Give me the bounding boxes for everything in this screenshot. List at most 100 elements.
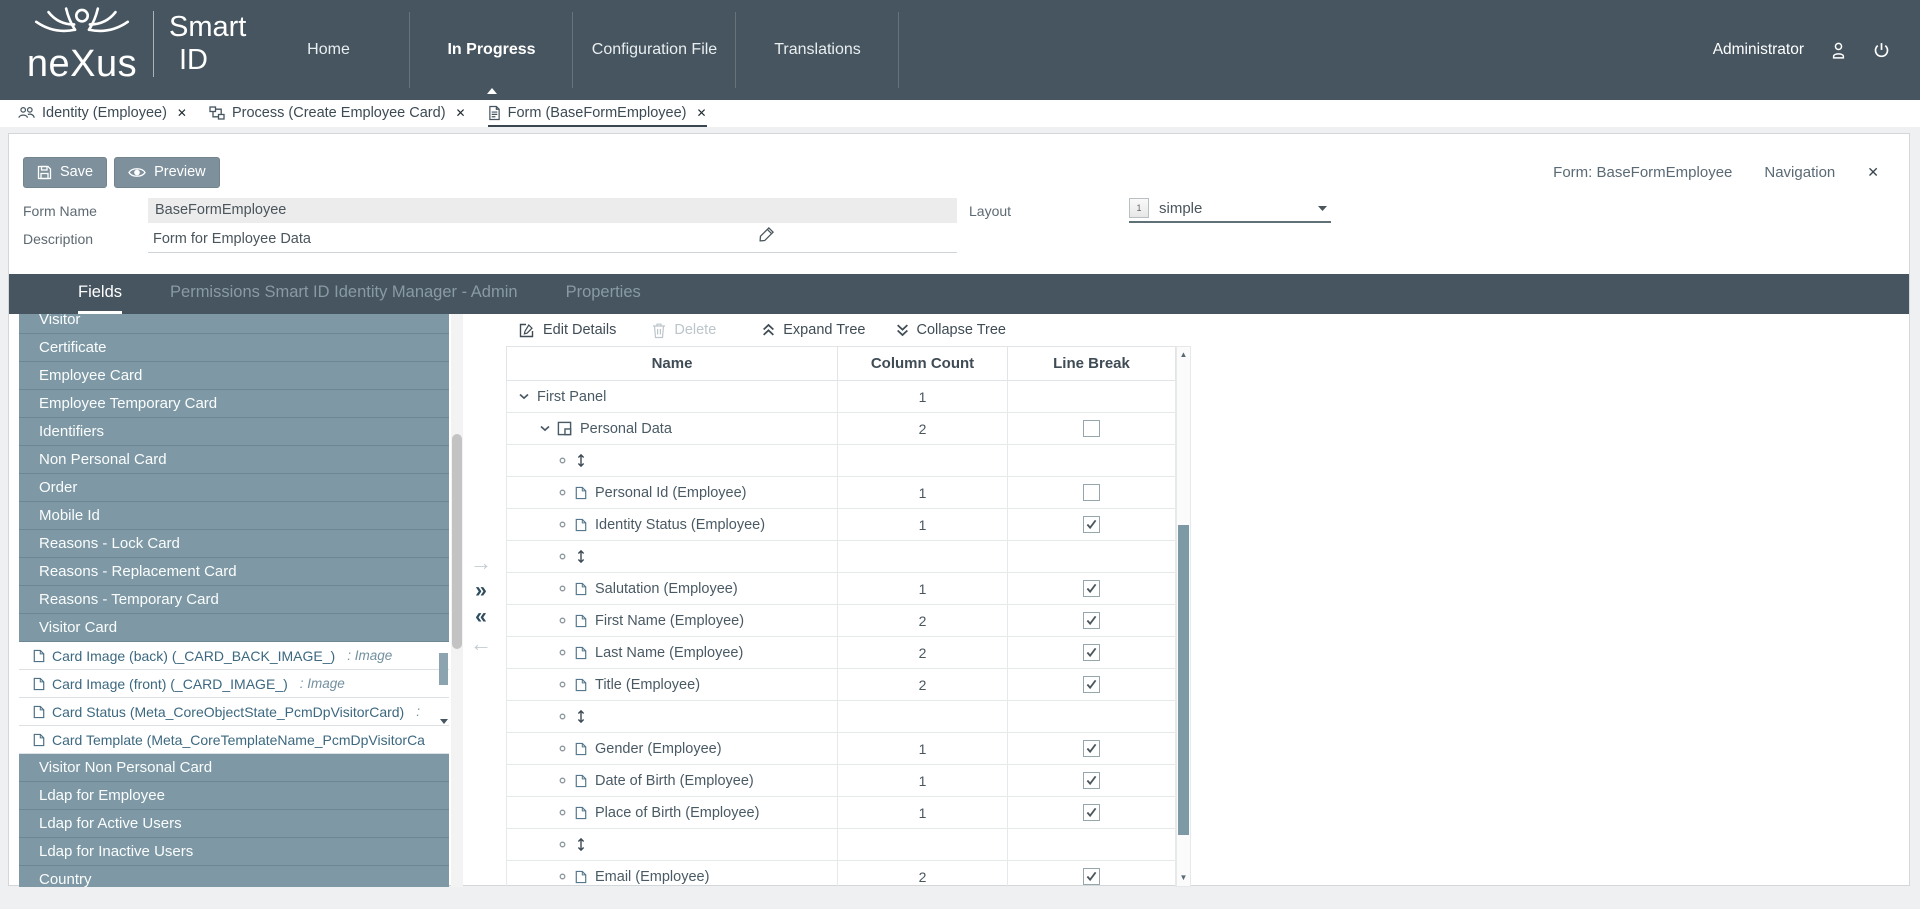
field-group-ldap-for-employee[interactable]: Ldap for Employee xyxy=(19,782,449,810)
tree-row-spacer[interactable] xyxy=(506,829,1176,861)
top-nav: neXus Smart ID HomeIn Progress Configurat… xyxy=(0,0,1920,100)
move-all-right-arrow[interactable]: » xyxy=(461,579,501,603)
tree-scroll-up-icon[interactable]: ▲ xyxy=(1177,348,1190,362)
tree-row-last-name-employee[interactable]: Last Name (Employee)2 xyxy=(506,637,1176,669)
editor-toolbar: Save Preview Form: BaseFormEmployee Navi… xyxy=(23,156,1879,188)
line-break-checkbox[interactable] xyxy=(1083,676,1100,693)
field-group-visitor[interactable]: Visitor xyxy=(19,314,449,334)
layout-select[interactable]: 1 simple xyxy=(1129,195,1331,223)
nav-item-home[interactable]: Home xyxy=(247,0,410,100)
tab-form-baseformemployee[interactable]: Form (BaseFormEmployee)✕ xyxy=(488,100,707,127)
line-break-checkbox[interactable] xyxy=(1083,804,1100,821)
field-group-order[interactable]: Order xyxy=(19,474,449,502)
line-break-checkbox[interactable] xyxy=(1083,740,1100,757)
close-panel-icon[interactable]: ✕ xyxy=(1867,164,1879,181)
edit-description-pencil-icon[interactable] xyxy=(758,226,775,243)
move-left-arrow[interactable]: ← xyxy=(461,632,501,656)
field-group-reasons-lock-card[interactable]: Reasons - Lock Card xyxy=(19,530,449,558)
tree-row-spacer[interactable] xyxy=(506,701,1176,733)
tree-row-personal-data[interactable]: Personal Data2 xyxy=(506,413,1176,445)
tree-row-place-of-birth-employee[interactable]: Place of Birth (Employee)1 xyxy=(506,797,1176,829)
tree-row-identity-status-employee[interactable]: Identity Status (Employee)1 xyxy=(506,509,1176,541)
expand-tree-label: Expand Tree xyxy=(783,322,865,338)
line-break-checkbox[interactable] xyxy=(1083,772,1100,789)
field-group-reasons-replacement-card[interactable]: Reasons - Replacement Card xyxy=(19,558,449,586)
column-count-cell: 1 xyxy=(838,765,1008,796)
field-group-non-personal-card[interactable]: Non Personal Card xyxy=(19,446,449,474)
tree-row-spacer[interactable] xyxy=(506,541,1176,573)
move-row-icon xyxy=(576,549,586,564)
preview-button[interactable]: Preview xyxy=(114,157,220,188)
nav-item-configuration-file[interactable]: Configuration File xyxy=(573,0,736,100)
move-right-arrow[interactable]: → xyxy=(461,551,501,575)
form-name-input[interactable]: BaseFormEmployee xyxy=(148,198,957,223)
field-group-country[interactable]: Country xyxy=(19,866,449,887)
line-break-checkbox[interactable] xyxy=(1083,644,1100,661)
tree-row-personal-id-employee[interactable]: Personal Id (Employee)1 xyxy=(506,477,1176,509)
form-editor-panel: Save Preview Form: BaseFormEmployee Navi… xyxy=(8,133,1910,886)
tree-name-cell: Salutation (Employee) xyxy=(506,573,838,604)
sublist-scrollbar-thumb[interactable] xyxy=(439,653,448,685)
tree-row-date-of-birth-employee[interactable]: Date of Birth (Employee)1 xyxy=(506,765,1176,797)
tree-scrollbar-thumb[interactable] xyxy=(1178,525,1189,835)
field-item-card-template-meta-coretemplatename-pcmd[interactable]: Card Template (Meta_CoreTemplateName_Pcm… xyxy=(19,726,449,754)
description-value[interactable]: Form for Employee Data xyxy=(153,231,311,247)
tab-process-create-employee-card[interactable]: Process (Create Employee Card)✕ xyxy=(209,100,466,127)
line-break-checkbox[interactable] xyxy=(1083,580,1100,597)
tree-row-spacer[interactable] xyxy=(506,445,1176,477)
collapse-tree-button[interactable]: Collapse Tree xyxy=(896,322,1006,338)
edit-details-button[interactable]: Edit Details xyxy=(518,322,616,339)
user-name[interactable]: Administrator xyxy=(1713,41,1804,59)
tree-row-salutation-employee[interactable]: Salutation (Employee)1 xyxy=(506,573,1176,605)
close-tab-icon[interactable]: ✕ xyxy=(696,106,706,120)
field-group-mobile-id[interactable]: Mobile Id xyxy=(19,502,449,530)
move-all-left-arrow[interactable]: « xyxy=(461,605,501,629)
field-group-reasons-temporary-card[interactable]: Reasons - Temporary Card xyxy=(19,586,449,614)
tree-scroll-down-icon[interactable]: ▼ xyxy=(1177,871,1190,885)
field-group-employee-card[interactable]: Employee Card xyxy=(19,362,449,390)
field-group-label: Visitor Card xyxy=(39,619,117,636)
field-group-visitor-non-personal-card[interactable]: Visitor Non Personal Card xyxy=(19,754,449,782)
delete-button[interactable]: Delete xyxy=(652,322,716,339)
field-group-visitor-card[interactable]: Visitor Card xyxy=(19,614,449,642)
section-tab-fields[interactable]: Fields xyxy=(78,274,122,314)
line-break-checkbox[interactable] xyxy=(1083,868,1100,885)
user-icon[interactable] xyxy=(1832,42,1845,59)
row-bullet-icon xyxy=(559,489,566,496)
field-item-card-image-back-card-back-image[interactable]: Card Image (back) (_CARD_BACK_IMAGE_): I… xyxy=(19,642,449,670)
field-group-employee-temporary-card[interactable]: Employee Temporary Card xyxy=(19,390,449,418)
save-button[interactable]: Save xyxy=(23,157,107,188)
navigation-link[interactable]: Navigation xyxy=(1764,164,1835,181)
close-tab-icon[interactable]: ✕ xyxy=(456,106,466,120)
field-item-card-image-front-card-image[interactable]: Card Image (front) (_CARD_IMAGE_): Image xyxy=(19,670,449,698)
power-icon[interactable] xyxy=(1873,42,1890,59)
tab-identity-employee[interactable]: Identity (Employee)✕ xyxy=(18,100,187,127)
tree-row-gender-employee[interactable]: Gender (Employee)1 xyxy=(506,733,1176,765)
field-group-ldap-for-inactive-users[interactable]: Ldap for Inactive Users xyxy=(19,838,449,866)
nav-item-in-progress[interactable]: In Progress xyxy=(410,0,573,100)
brand-logo[interactable]: neXus Smart ID xyxy=(26,6,246,81)
expand-tree-button[interactable]: Expand Tree xyxy=(762,322,865,338)
nav-item-translations[interactable]: Translations xyxy=(736,0,899,100)
tree-row-first-panel[interactable]: First Panel1 xyxy=(506,381,1176,413)
field-item-card-status-meta-coreobjectstate-pcmdpvi[interactable]: Card Status (Meta_CoreObjectState_PcmDpV… xyxy=(19,698,449,726)
section-tab-properties[interactable]: Properties xyxy=(566,274,641,314)
field-group-certificate[interactable]: Certificate xyxy=(19,334,449,362)
field-group-label: Country xyxy=(39,871,92,887)
row-bullet-icon xyxy=(559,521,566,528)
line-break-checkbox[interactable] xyxy=(1083,516,1100,533)
line-break-checkbox[interactable] xyxy=(1083,420,1100,437)
tree-row-title-employee[interactable]: Title (Employee)2 xyxy=(506,669,1176,701)
line-break-checkbox[interactable] xyxy=(1083,484,1100,501)
nav-item-label: Configuration File xyxy=(592,41,717,59)
section-tab-permissions-smart-id-identity-manager-ad[interactable]: Permissions Smart ID Identity Manager - … xyxy=(170,274,518,314)
field-group-identifiers[interactable]: Identifiers xyxy=(19,418,449,446)
tree-name-cell xyxy=(506,829,838,860)
tree-row-first-name-employee[interactable]: First Name (Employee)2 xyxy=(506,605,1176,637)
sublist-scroll-down-icon[interactable] xyxy=(440,719,448,724)
close-tab-icon[interactable]: ✕ xyxy=(177,106,187,120)
field-group-ldap-for-active-users[interactable]: Ldap for Active Users xyxy=(19,810,449,838)
field-group-label: Identifiers xyxy=(39,423,104,440)
line-break-checkbox[interactable] xyxy=(1083,612,1100,629)
tree-row-email-employee[interactable]: Email (Employee)2 xyxy=(506,861,1176,887)
